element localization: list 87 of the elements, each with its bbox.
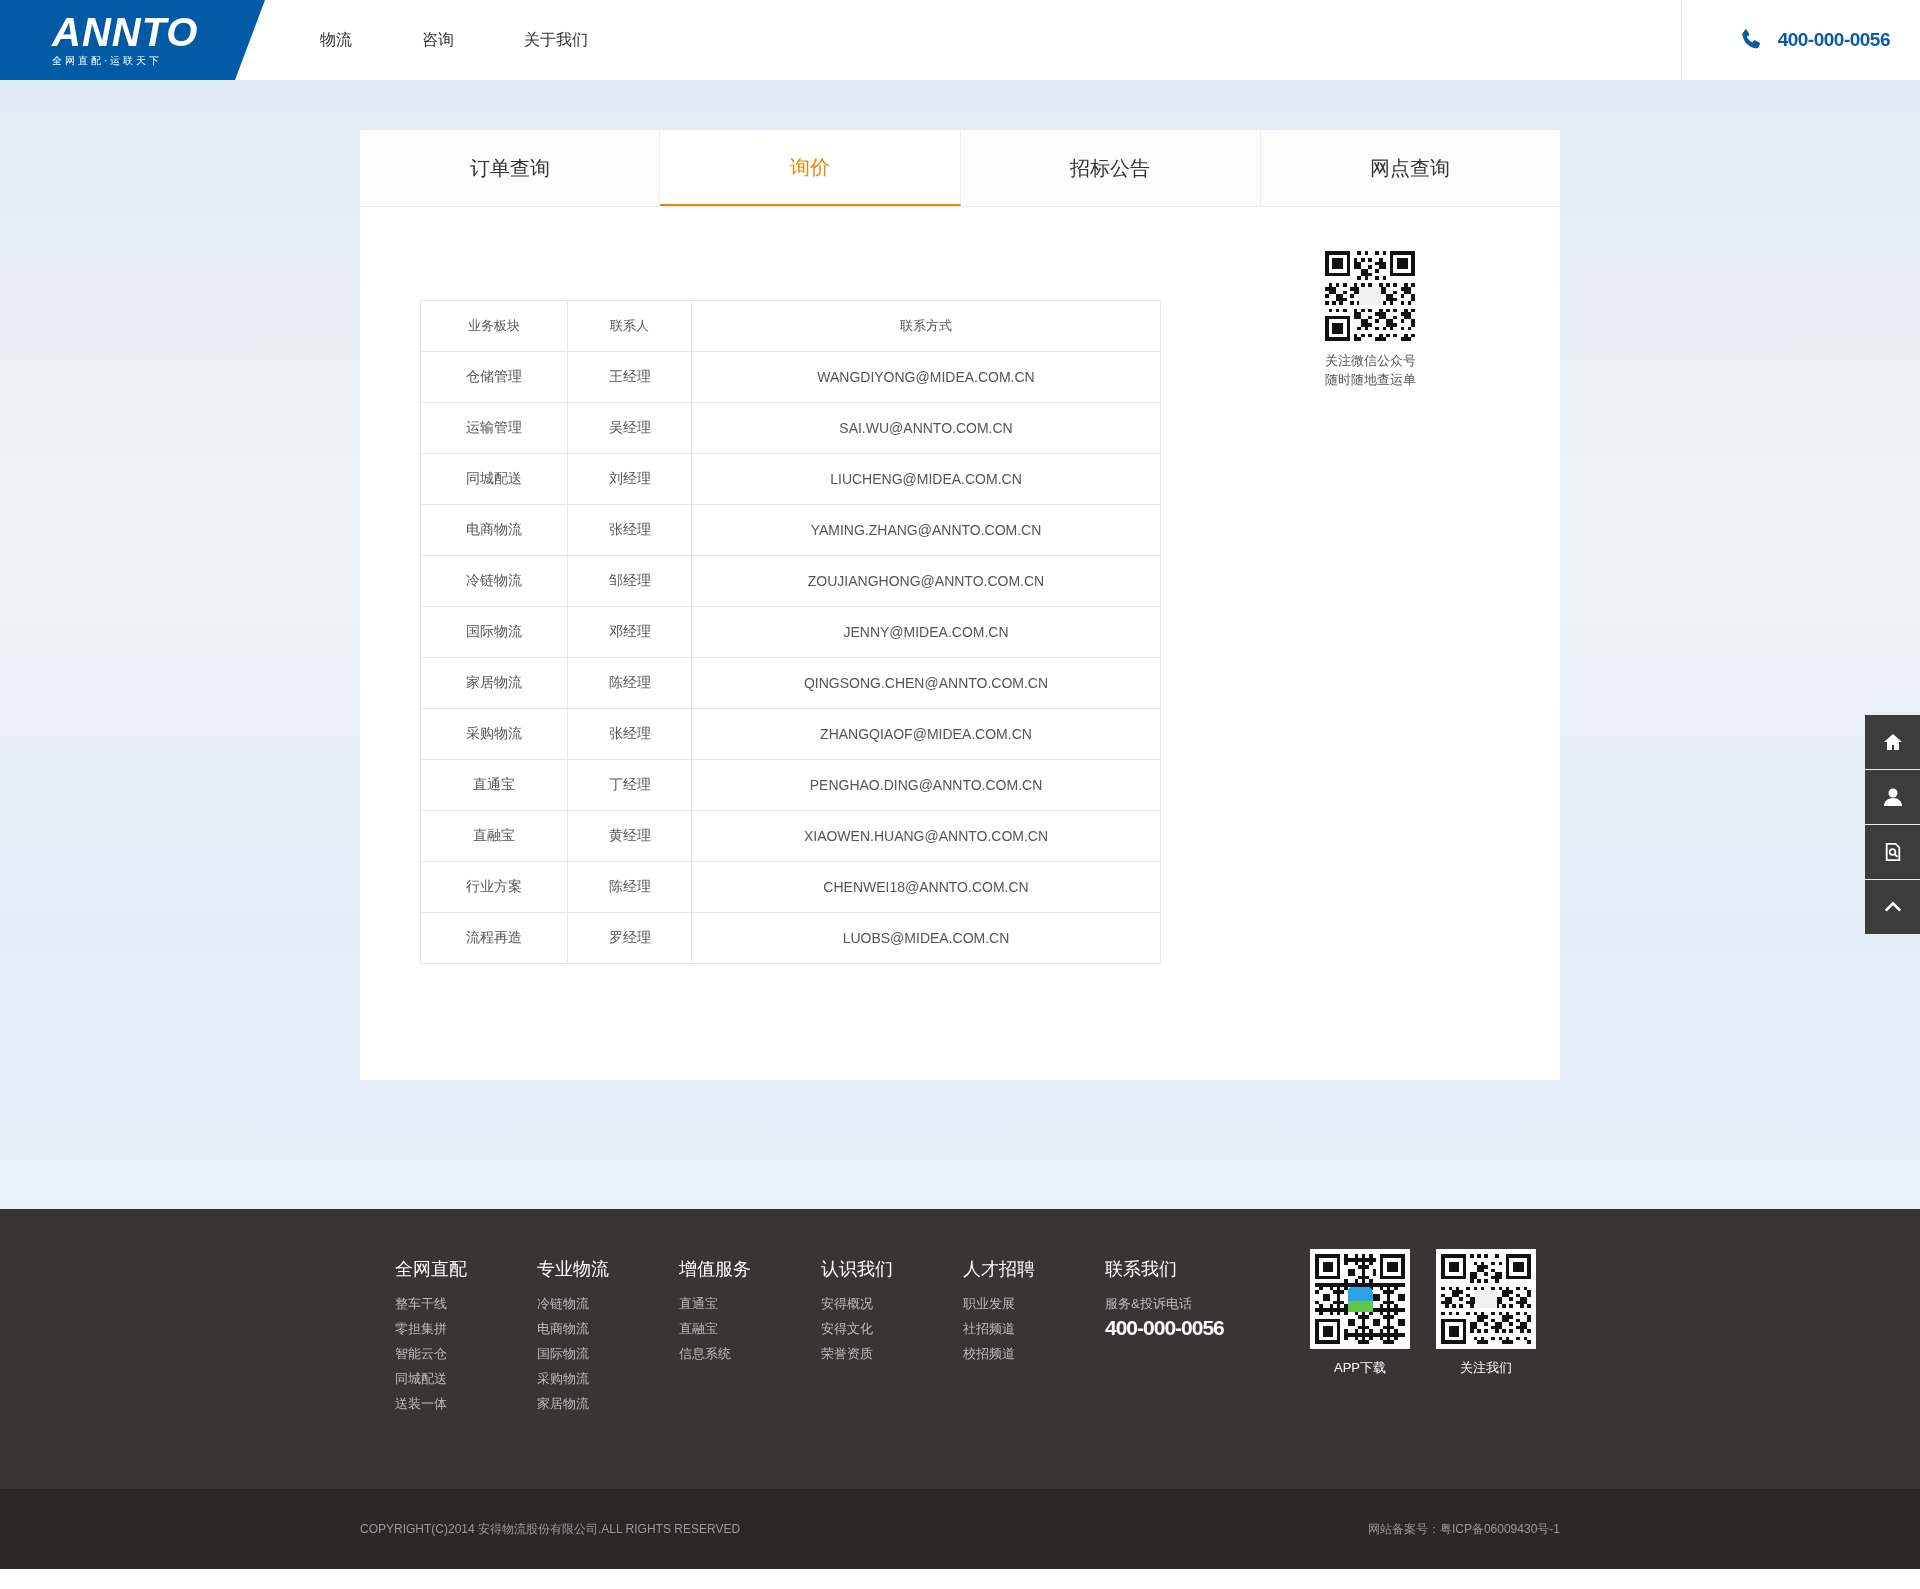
footer-heading: 增值服务 [679,1258,752,1281]
column-header: 业务板块 [420,300,568,352]
footer-link[interactable]: 安得文化 [821,1316,963,1341]
table-cell: 家居物流 [420,657,568,709]
nav-link[interactable]: 关于我们 [524,29,626,51]
table-cell: 冷链物流 [420,555,568,607]
table-cell: 直融宝 [420,810,568,862]
table-cell: 吴经理 [567,402,692,454]
footer-link[interactable]: 智能云仓 [395,1341,537,1366]
footer-link[interactable]: 信息系统 [679,1341,821,1366]
qr-caption: 关注微信公众号 [1324,352,1416,370]
footer-heading: 人才招聘 [963,1258,1036,1281]
side-toolbar-button[interactable] [1865,825,1920,879]
logo-slogan: 全网直配·运联天下 [52,54,163,68]
table-cell: 流程再造 [420,912,568,964]
table-cell: XIAOWEN.HUANG@ANNTO.COM.CN [691,810,1161,862]
table-cell: 罗经理 [567,912,692,964]
footer-heading: 认识我们 [821,1258,894,1281]
footer-phone: 400-000-0056 [1105,1316,1225,1340]
side-toolbar-button[interactable] [1865,715,1920,769]
footer-link[interactable]: 冷链物流 [537,1291,679,1316]
footer-link[interactable]: 采购物流 [537,1366,679,1391]
footer-link[interactable]: 送装一体 [395,1391,537,1416]
table-cell: 陈经理 [567,657,692,709]
logo-wordmark: ANNTO [52,12,199,52]
table-cell: 邓经理 [567,606,692,658]
table-cell: 黄经理 [567,810,692,862]
footer-heading: 专业物流 [537,1258,610,1281]
table-cell: 行业方案 [420,861,568,913]
column-header: 联系人 [567,300,692,352]
qr-caption: 关注我们 [1460,1359,1512,1377]
icp-text: 网站备案号：粤ICP备06009430号-1 [1367,1520,1560,1538]
table-cell: 陈经理 [567,861,692,913]
footer-link[interactable]: 直融宝 [679,1316,821,1341]
table-cell: 仓储管理 [420,351,568,403]
phone-number: 400-000-0056 [1777,29,1890,51]
table-cell: 同城配送 [420,453,568,505]
footer-link[interactable]: 电商物流 [537,1316,679,1341]
qr-caption: APP下载 [1334,1359,1386,1377]
table-cell: ZHANGQIAOF@MIDEA.COM.CN [691,708,1161,760]
nav-link[interactable]: 咨询 [422,29,524,51]
table-cell: JENNY@MIDEA.COM.CN [691,606,1161,658]
footer-link[interactable]: 职业发展 [963,1291,1105,1316]
table-cell: QINGSONG.CHEN@ANNTO.COM.CN [691,657,1161,709]
nav-link[interactable]: 物流 [320,29,422,51]
table-cell: PENGHAO.DING@ANNTO.COM.CN [691,759,1161,811]
side-toolbar-button[interactable] [1865,770,1920,824]
footer-link[interactable]: 整车干线 [395,1291,537,1316]
table-cell: 王经理 [567,351,692,403]
table-cell: ZOUJIANGHONG@ANNTO.COM.CN [691,555,1161,607]
column-header: 联系方式 [691,300,1161,352]
tab[interactable]: 网点查询 [1260,130,1560,206]
footer-heading: 全网直配 [395,1258,468,1281]
search-icon [1883,843,1902,861]
table-cell: LUOBS@MIDEA.COM.CN [691,912,1161,964]
user-icon [1882,787,1903,807]
footer-link[interactable]: 社招频道 [963,1316,1105,1341]
table-cell: SAI.WU@ANNTO.COM.CN [691,402,1161,454]
footer-link[interactable]: 同城配送 [395,1366,537,1391]
table-cell: LIUCHENG@MIDEA.COM.CN [691,453,1161,505]
footer-link[interactable]: 荣誉资质 [821,1341,963,1366]
table-cell: 国际物流 [420,606,568,658]
table-cell: 邹经理 [567,555,692,607]
table-cell: YAMING.ZHANG@ANNTO.COM.CN [691,504,1161,556]
footer-link[interactable]: 安得概况 [821,1291,963,1316]
footer-heading: 联系我们 [1105,1258,1178,1281]
table-cell: 张经理 [567,708,692,760]
table-cell: WANGDIYONG@MIDEA.COM.CN [691,351,1161,403]
footer-link[interactable]: 家居物流 [537,1391,679,1416]
footer-link[interactable]: 校招频道 [963,1341,1105,1366]
qr-caption: 随时随地查运单 [1324,371,1416,389]
table-cell: 丁经理 [567,759,692,811]
logo-banner[interactable]: ANNTO 全网直配·运联天下 [0,0,265,80]
footer-link[interactable]: 零担集拼 [395,1316,537,1341]
contact-label: 服务&投诉电话 [1105,1295,1193,1313]
table-cell: 采购物流 [420,708,568,760]
table-cell: 电商物流 [420,504,568,556]
table-cell: 刘经理 [567,453,692,505]
home-icon [1882,732,1903,752]
copyright-text: COPYRIGHT(C)2014 安得物流股份有限公司.ALL RIGHTS RESERVED [360,1520,741,1538]
table-cell: 张经理 [567,504,692,556]
tab[interactable]: 招标公告 [960,130,1261,206]
table-cell: 直通宝 [420,759,568,811]
footer-link[interactable]: 直通宝 [679,1291,821,1316]
table-cell: CHENWEI18@ANNTO.COM.CN [691,861,1161,913]
table-cell: 运输管理 [420,402,568,454]
footer-link[interactable]: 国际物流 [537,1341,679,1366]
